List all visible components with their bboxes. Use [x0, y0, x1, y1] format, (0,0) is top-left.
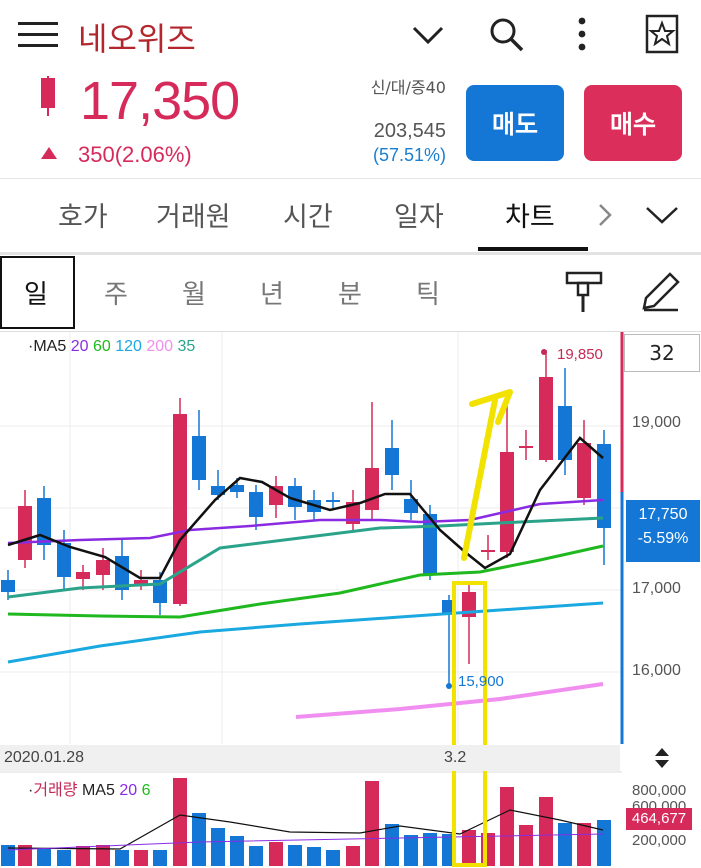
volume-bar	[326, 850, 340, 866]
volume-bar	[462, 830, 476, 866]
volume-bar	[404, 835, 418, 866]
volume-bar	[173, 778, 187, 866]
volume-bar	[519, 825, 533, 866]
ma120-line	[7, 601, 604, 664]
candle-body	[249, 492, 263, 517]
candle-body	[539, 377, 553, 460]
candle-body	[597, 444, 611, 528]
indicator-tool-icon[interactable]	[564, 270, 604, 314]
candle-body	[1, 580, 15, 592]
divider	[0, 252, 701, 255]
volume-bar	[539, 797, 553, 866]
volume-bar	[597, 820, 611, 866]
period-year[interactable]: 년	[260, 274, 284, 311]
date-axis	[0, 745, 620, 771]
ma-legend: ·MA5 20 60 120 200 35	[28, 338, 196, 355]
volume-axis-label: 200,000	[632, 832, 687, 849]
tab-brokers[interactable]: 거래원	[156, 195, 231, 234]
volume-bar	[365, 781, 379, 866]
volume-bar	[115, 850, 129, 866]
period-minute[interactable]: 분	[338, 274, 362, 311]
credit-info: 신/대/증40	[370, 78, 446, 97]
more-vert-icon[interactable]	[562, 14, 602, 54]
period-week[interactable]: 주	[104, 274, 128, 311]
volume-bar	[385, 824, 399, 866]
low-price-label: 15,900	[458, 673, 504, 690]
volume-bar	[500, 787, 514, 866]
candle-body	[385, 448, 399, 475]
candle-body	[519, 446, 533, 448]
candle-body	[577, 443, 591, 498]
date-label-start: 2020.01.28	[4, 749, 85, 766]
volume-bar	[577, 823, 591, 866]
draw-pen-icon[interactable]	[638, 270, 682, 314]
ma60-line	[7, 544, 604, 619]
active-tab-indicator	[478, 247, 588, 251]
tab-orderbook[interactable]: 호가	[58, 195, 108, 234]
candle-body	[326, 500, 340, 502]
volume-bar	[269, 842, 283, 866]
stock-name[interactable]: 네오위즈	[78, 14, 196, 60]
candle-body	[18, 506, 32, 560]
buy-button[interactable]: 매수	[584, 85, 682, 161]
low-marker	[446, 683, 452, 689]
period-tick[interactable]: 틱	[416, 274, 440, 311]
resize-handle-icon[interactable]	[650, 746, 674, 770]
volume-bar	[37, 848, 51, 866]
candle-body	[96, 560, 110, 575]
high-price-label: 19,850	[557, 346, 603, 363]
volume-bar	[307, 847, 321, 866]
candle-body	[365, 468, 379, 510]
volume-bar	[211, 828, 225, 866]
candle-body	[76, 572, 90, 579]
tab-daily[interactable]: 일자	[394, 195, 444, 234]
candle-body	[57, 543, 71, 577]
candle-body	[500, 452, 514, 552]
chevron-down-icon[interactable]	[408, 14, 448, 54]
period-month[interactable]: 월	[182, 274, 206, 311]
y-axis-label: 19,000	[632, 414, 681, 431]
volume-bar	[230, 836, 244, 866]
tab-chart[interactable]: 차트	[505, 195, 555, 234]
candle-count-box[interactable]: 32	[624, 334, 700, 372]
volume-bar	[96, 845, 110, 866]
candle-up-icon	[41, 76, 55, 116]
search-icon[interactable]	[486, 14, 526, 54]
menu-icon[interactable]	[18, 22, 58, 48]
trade-volume: 203,545	[373, 120, 446, 142]
candle-body	[481, 550, 495, 552]
star-bookmark-icon[interactable]	[642, 14, 682, 54]
turnover-ratio: (57.51%)	[372, 145, 446, 165]
tab-time[interactable]: 시간	[283, 195, 333, 234]
y-axis-label: 16,000	[632, 662, 681, 679]
volume-axis-label: 800,000	[632, 782, 687, 799]
current-price-marker: 17,750 -5.59%	[626, 500, 700, 562]
chevron-right-icon[interactable]	[596, 202, 614, 228]
current-volume-marker: 464,677	[626, 808, 692, 830]
high-marker	[541, 349, 547, 355]
divider	[0, 178, 701, 179]
volume-bar	[57, 850, 71, 866]
chevron-down-icon[interactable]	[644, 202, 680, 228]
triangle-up-icon	[41, 147, 57, 159]
volume-bar	[288, 845, 302, 866]
volume-bar	[192, 813, 206, 866]
period-day[interactable]: 일	[24, 274, 48, 311]
volume-bar	[346, 846, 360, 866]
volume-bar	[558, 823, 572, 866]
y-axis-label: 17,000	[632, 580, 681, 597]
sell-button[interactable]: 매도	[466, 85, 564, 161]
volume-bar	[153, 850, 167, 866]
volume-bar	[249, 846, 263, 866]
price-change: 350(2.06%)	[78, 142, 192, 167]
candle-body	[192, 436, 206, 480]
volume-bar	[134, 850, 148, 866]
app-header: 네오위즈	[0, 0, 701, 70]
annotation-arrow	[461, 397, 498, 561]
date-label-mid: 3.2	[444, 749, 467, 766]
current-price: 17,350	[80, 71, 240, 131]
volume-legend: ·거래량 MA5 20 6	[28, 782, 151, 799]
candle-body	[288, 486, 302, 507]
